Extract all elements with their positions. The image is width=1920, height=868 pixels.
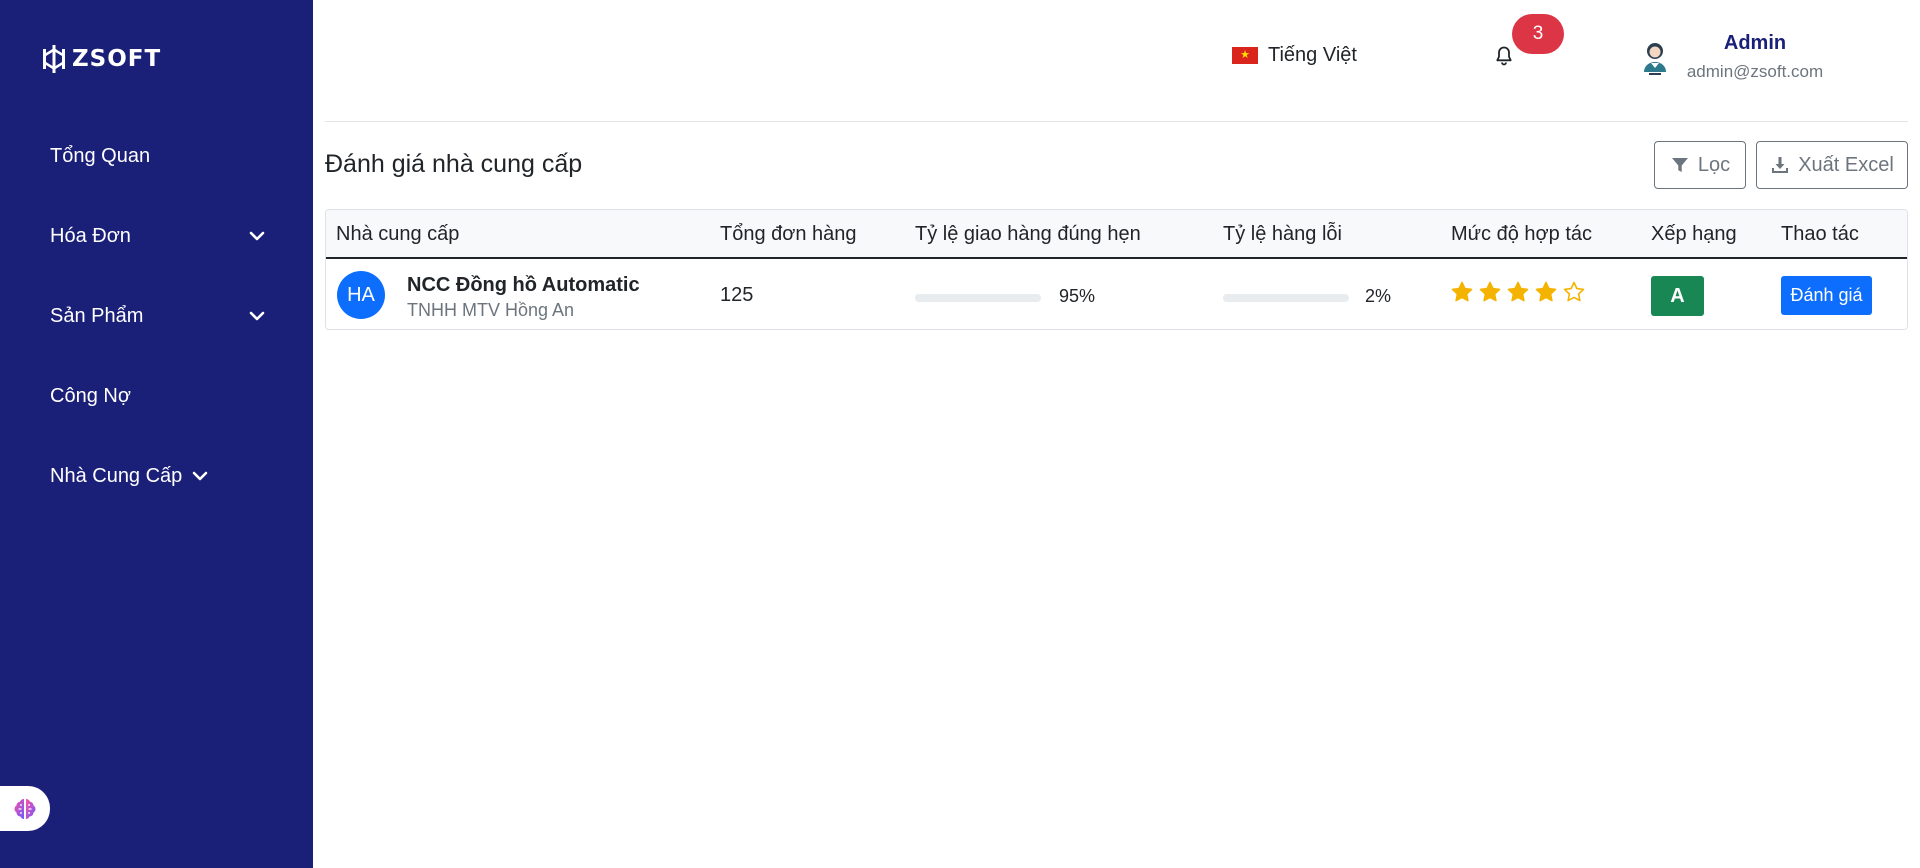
column-header-actions: Thao tác [1781, 223, 1859, 245]
rank-badge: A [1651, 276, 1704, 316]
brain-icon [14, 798, 36, 819]
vietnam-flag-icon: ★ [1232, 47, 1258, 64]
filter-button-label: Lọc [1697, 153, 1731, 176]
chevron-down-icon [193, 471, 208, 481]
table-header: Nhà cung cấp Tổng đơn hàng Tỷ lệ giao hà… [326, 210, 1907, 259]
export-button-label: Xuất Excel [1798, 153, 1894, 176]
sidebar-item-label: Hóa Đơn [50, 224, 131, 247]
bell-icon[interactable] [1492, 44, 1516, 68]
sidebar: ZSOFT Tổng Quan Hóa Đơn Sản Phẩm Công Nợ… [0, 0, 313, 868]
zsoft-logo-icon [43, 45, 65, 73]
sidebar-item-label: Công Nợ [50, 384, 131, 407]
star-filled-icon [1507, 281, 1529, 302]
sidebar-item-suppliers[interactable]: Nhà Cung Cấp [50, 456, 267, 496]
notification-badge[interactable]: 3 [1512, 14, 1564, 54]
column-header-on-time-rate: Tỷ lệ giao hàng đúng hẹn [915, 223, 1141, 245]
ai-assistant-button[interactable] [0, 786, 50, 831]
sidebar-item-debts[interactable]: Công Nợ [50, 376, 267, 416]
total-orders: 125 [720, 284, 754, 306]
on-time-progress-bar [915, 294, 1041, 302]
language-selector[interactable]: ★ Tiếng Việt [1232, 44, 1357, 67]
supplier-rating-table: Nhà cung cấp Tổng đơn hàng Tỷ lệ giao hà… [325, 209, 1908, 330]
column-header-defect-rate: Tỷ lệ hàng lỗi [1223, 223, 1342, 245]
star-empty-icon [1563, 281, 1585, 302]
user-email: admin@zsoft.com [1686, 62, 1824, 81]
star-filled-icon [1451, 281, 1473, 302]
logo[interactable]: ZSOFT [40, 42, 161, 76]
cooperation-rating [1451, 281, 1585, 303]
rate-supplier-button[interactable]: Đánh giá [1781, 276, 1872, 315]
language-label: Tiếng Việt [1268, 44, 1357, 66]
defect-progress-bar [1223, 294, 1349, 302]
column-header-cooperation: Mức độ hợp tác [1451, 223, 1593, 245]
on-time-progress-fill [915, 294, 1035, 302]
top-header [313, 0, 1920, 122]
filter-button[interactable]: Lọc [1654, 141, 1746, 189]
header-divider [325, 121, 1908, 122]
sidebar-item-label: Nhà Cung Cấp [50, 464, 183, 487]
logo-text: ZSOFT [72, 46, 162, 72]
column-header-supplier: Nhà cung cấp [336, 223, 460, 245]
supplier-avatar: HA [337, 271, 385, 319]
export-excel-button[interactable]: Xuất Excel [1756, 141, 1908, 189]
supplier-company: TNHH MTV Hồng An [407, 300, 575, 320]
sidebar-item-invoices[interactable]: Hóa Đơn [50, 216, 267, 256]
page-title: Đánh giá nhà cung cấp [325, 150, 583, 178]
download-icon [1772, 157, 1789, 173]
sidebar-item-label: Tổng Quan [50, 144, 151, 167]
sidebar-item-products[interactable]: Sản Phẩm [50, 296, 267, 336]
sidebar-item-overview[interactable]: Tổng Quan [50, 136, 267, 176]
column-header-rank: Xếp hạng [1651, 223, 1737, 245]
user-avatar-icon[interactable] [1638, 38, 1672, 76]
chevron-down-icon [249, 231, 265, 241]
table-row: HA NCC Đồng hồ Automatic TNHH MTV Hồng A… [326, 259, 1907, 329]
on-time-rate-value: 95% [1059, 286, 1096, 306]
column-header-total-orders: Tổng đơn hàng [720, 223, 857, 245]
defect-progress-fill [1223, 294, 1226, 302]
sidebar-item-label: Sản Phẩm [50, 304, 144, 327]
defect-rate-value: 2% [1365, 286, 1392, 306]
star-filled-icon [1479, 281, 1501, 302]
user-name[interactable]: Admin [1670, 32, 1840, 55]
chevron-down-icon [249, 311, 265, 321]
supplier-name: NCC Đồng hồ Automatic [407, 274, 640, 296]
star-filled-icon [1535, 281, 1557, 302]
filter-icon [1671, 158, 1688, 172]
